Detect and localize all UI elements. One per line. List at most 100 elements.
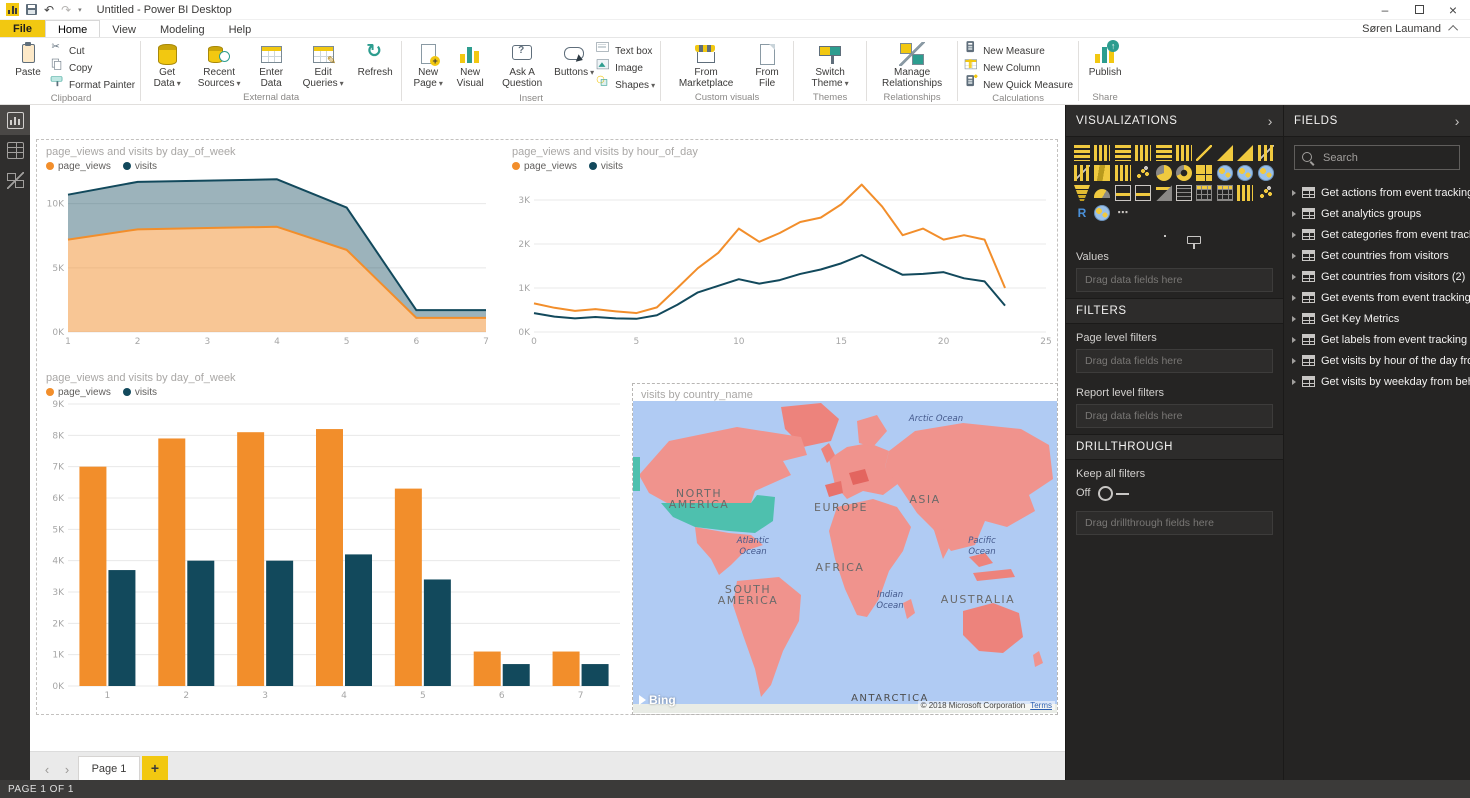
ribbon-button-buttons[interactable]: Buttons [553, 40, 595, 92]
tab-file[interactable]: File [0, 20, 45, 37]
column-chart-svg[interactable]: 0K1K2K3K4K5K6K7K8K9K1234567 [38, 398, 630, 702]
report-canvas[interactable]: page_views and visits by day_of_week pag… [30, 105, 1065, 780]
ribbon-button-get-data[interactable]: Get Data [146, 40, 188, 92]
line-and-stacked-column-chart-icon[interactable] [1258, 145, 1274, 161]
expand-icon[interactable] [1292, 316, 1296, 322]
gauge-icon[interactable] [1094, 189, 1110, 198]
field-item[interactable]: Get countries from visitors [1284, 245, 1470, 266]
expand-icon[interactable] [1292, 358, 1296, 364]
ribbon-button-new-page[interactable]: New Page [407, 40, 449, 92]
arcgis-map-icon[interactable] [1094, 205, 1110, 221]
ribbon-button-new-measure[interactable]: New Measure [963, 43, 1073, 59]
filled-map-icon[interactable] [1237, 165, 1253, 181]
100-stacked-bar-chart-icon[interactable] [1156, 145, 1172, 161]
scatter-chart-icon[interactable] [1135, 165, 1151, 181]
area-chart-svg[interactable]: 0K5K10K1234567 [38, 172, 496, 348]
close-icon[interactable]: × [1436, 0, 1470, 20]
field-item[interactable]: Get countries from visitors (2) [1284, 266, 1470, 287]
save-icon[interactable] [26, 4, 37, 15]
tab-help[interactable]: Help [217, 20, 264, 37]
slicer-icon[interactable] [1176, 185, 1192, 201]
expand-icon[interactable] [1292, 295, 1296, 301]
next-page-icon[interactable]: › [58, 758, 76, 780]
keep-all-filters-toggle[interactable] [1098, 486, 1132, 500]
line-and-clustered-column-chart-icon[interactable] [1074, 165, 1090, 181]
undo-icon[interactable]: ↶ [44, 4, 54, 16]
line-chart-icon[interactable] [1196, 145, 1212, 161]
ribbon-button-manage-relationships[interactable]: Manage Relationships [872, 40, 952, 92]
ribbon-button-switch-theme[interactable]: Switch Theme [799, 40, 861, 92]
legend-item-page-views[interactable]: page_views [512, 161, 577, 172]
collapse-panel-icon[interactable]: › [1455, 114, 1460, 128]
stacked-area-chart-icon[interactable] [1237, 145, 1253, 161]
donut-chart-icon[interactable] [1176, 165, 1192, 181]
ribbon-button-recent-sources[interactable]: Recent Sources [188, 40, 250, 92]
report-view-button[interactable] [0, 105, 30, 135]
line-chart-svg[interactable]: 0K1K2K3K0510152025 [504, 172, 1056, 348]
ribbon-button-new-column[interactable]: New Column [963, 60, 1073, 76]
clustered-bar-chart-icon[interactable] [1115, 145, 1131, 161]
shape-map-icon[interactable] [1258, 165, 1274, 181]
ribbon-button-refresh[interactable]: Refresh [354, 40, 396, 92]
report-level-filters-drop-zone[interactable]: Drag data fields here [1076, 404, 1273, 428]
card-icon[interactable] [1115, 185, 1131, 201]
expand-icon[interactable] [1292, 190, 1296, 196]
ribbon-button-paste[interactable]: Paste [7, 40, 49, 92]
ribbon-button-from-file[interactable]: From File [746, 40, 788, 92]
ribbon-button-ask-a-question[interactable]: Ask A Question [491, 40, 553, 92]
table-icon[interactable] [1196, 185, 1212, 201]
funnel-icon[interactable] [1074, 185, 1090, 201]
field-item[interactable]: Get labels from event tracking [1284, 329, 1470, 350]
previous-page-icon[interactable]: ‹ [38, 758, 56, 780]
visual-map[interactable]: visits by country_name [633, 384, 1057, 714]
legend-item-page-views[interactable]: page_views [46, 161, 111, 172]
treemap-icon[interactable] [1196, 165, 1212, 181]
signed-in-user[interactable]: Søren Laumand [1362, 23, 1441, 35]
visual-area-chart[interactable]: page_views and visits by day_of_week pag… [38, 141, 496, 359]
pie-chart-icon[interactable] [1156, 165, 1172, 181]
field-item[interactable]: Get analytics groups [1284, 203, 1470, 224]
expand-icon[interactable] [1292, 253, 1296, 259]
expand-icon[interactable] [1292, 379, 1296, 385]
world-map-svg[interactable]: Arctic OceanNORTHAMERICAEUROPEASIAAtlant… [633, 401, 1057, 713]
minimize-icon[interactable]: – [1368, 0, 1402, 20]
clustered-column-chart-icon[interactable] [1135, 145, 1151, 161]
search-box[interactable] [1294, 145, 1460, 170]
area-chart-icon[interactable] [1217, 145, 1233, 161]
ribbon-button-new-quick-measure[interactable]: New Quick Measure [963, 77, 1073, 93]
terms-link[interactable]: Terms [1030, 701, 1052, 710]
expand-icon[interactable] [1292, 337, 1296, 343]
field-item[interactable]: Get categories from event tracki... [1284, 224, 1470, 245]
maximize-icon[interactable] [1402, 0, 1436, 20]
legend-item-page-views[interactable]: page_views [46, 387, 111, 398]
waterfall-2-icon[interactable] [1237, 185, 1253, 201]
expand-icon[interactable] [1292, 211, 1296, 217]
drillthrough-drop-zone[interactable]: Drag drillthrough fields here [1076, 511, 1273, 535]
ribbon-button-publish[interactable]: Publish [1084, 40, 1126, 92]
page-level-filters-drop-zone[interactable]: Drag data fields here [1076, 349, 1273, 373]
kpi-icon[interactable] [1156, 185, 1172, 201]
ribbon-button-from-marketplace[interactable]: From Marketplace [666, 40, 746, 92]
stacked-bar-chart-icon[interactable] [1074, 145, 1090, 161]
field-item[interactable]: Get events from event tracking [1284, 287, 1470, 308]
map-icon[interactable] [1217, 165, 1233, 181]
collapse-ribbon-icon[interactable] [1448, 25, 1458, 35]
add-page-button[interactable]: + [142, 756, 168, 780]
waterfall-chart-icon[interactable] [1115, 165, 1131, 181]
more-options-icon[interactable]: ⋯ [1115, 205, 1131, 221]
tab-home[interactable]: Home [45, 20, 100, 37]
ribbon-chart-icon[interactable] [1094, 165, 1110, 181]
field-item[interactable]: Get visits by hour of the day fro... [1284, 350, 1470, 371]
legend-item-visits[interactable]: visits [123, 387, 157, 398]
page-tab[interactable]: Page 1 [78, 756, 140, 780]
ribbon-button-edit-queries[interactable]: Edit Queries [292, 40, 354, 92]
r-script-visual-icon[interactable]: R [1074, 205, 1090, 221]
map-container[interactable]: Arctic OceanNORTHAMERICAEUROPEASIAAtlant… [633, 401, 1057, 713]
field-item[interactable]: Get actions from event tracking [1284, 182, 1470, 203]
ribbon-button-enter-data[interactable]: Enter Data [250, 40, 292, 92]
visual-column-chart[interactable]: page_views and visits by day_of_week pag… [38, 367, 630, 713]
ribbon-button-shapes[interactable]: Shapes [595, 77, 655, 93]
legend-item-visits[interactable]: visits [589, 161, 623, 172]
expand-icon[interactable] [1292, 232, 1296, 238]
collapse-panel-icon[interactable]: › [1268, 114, 1273, 128]
